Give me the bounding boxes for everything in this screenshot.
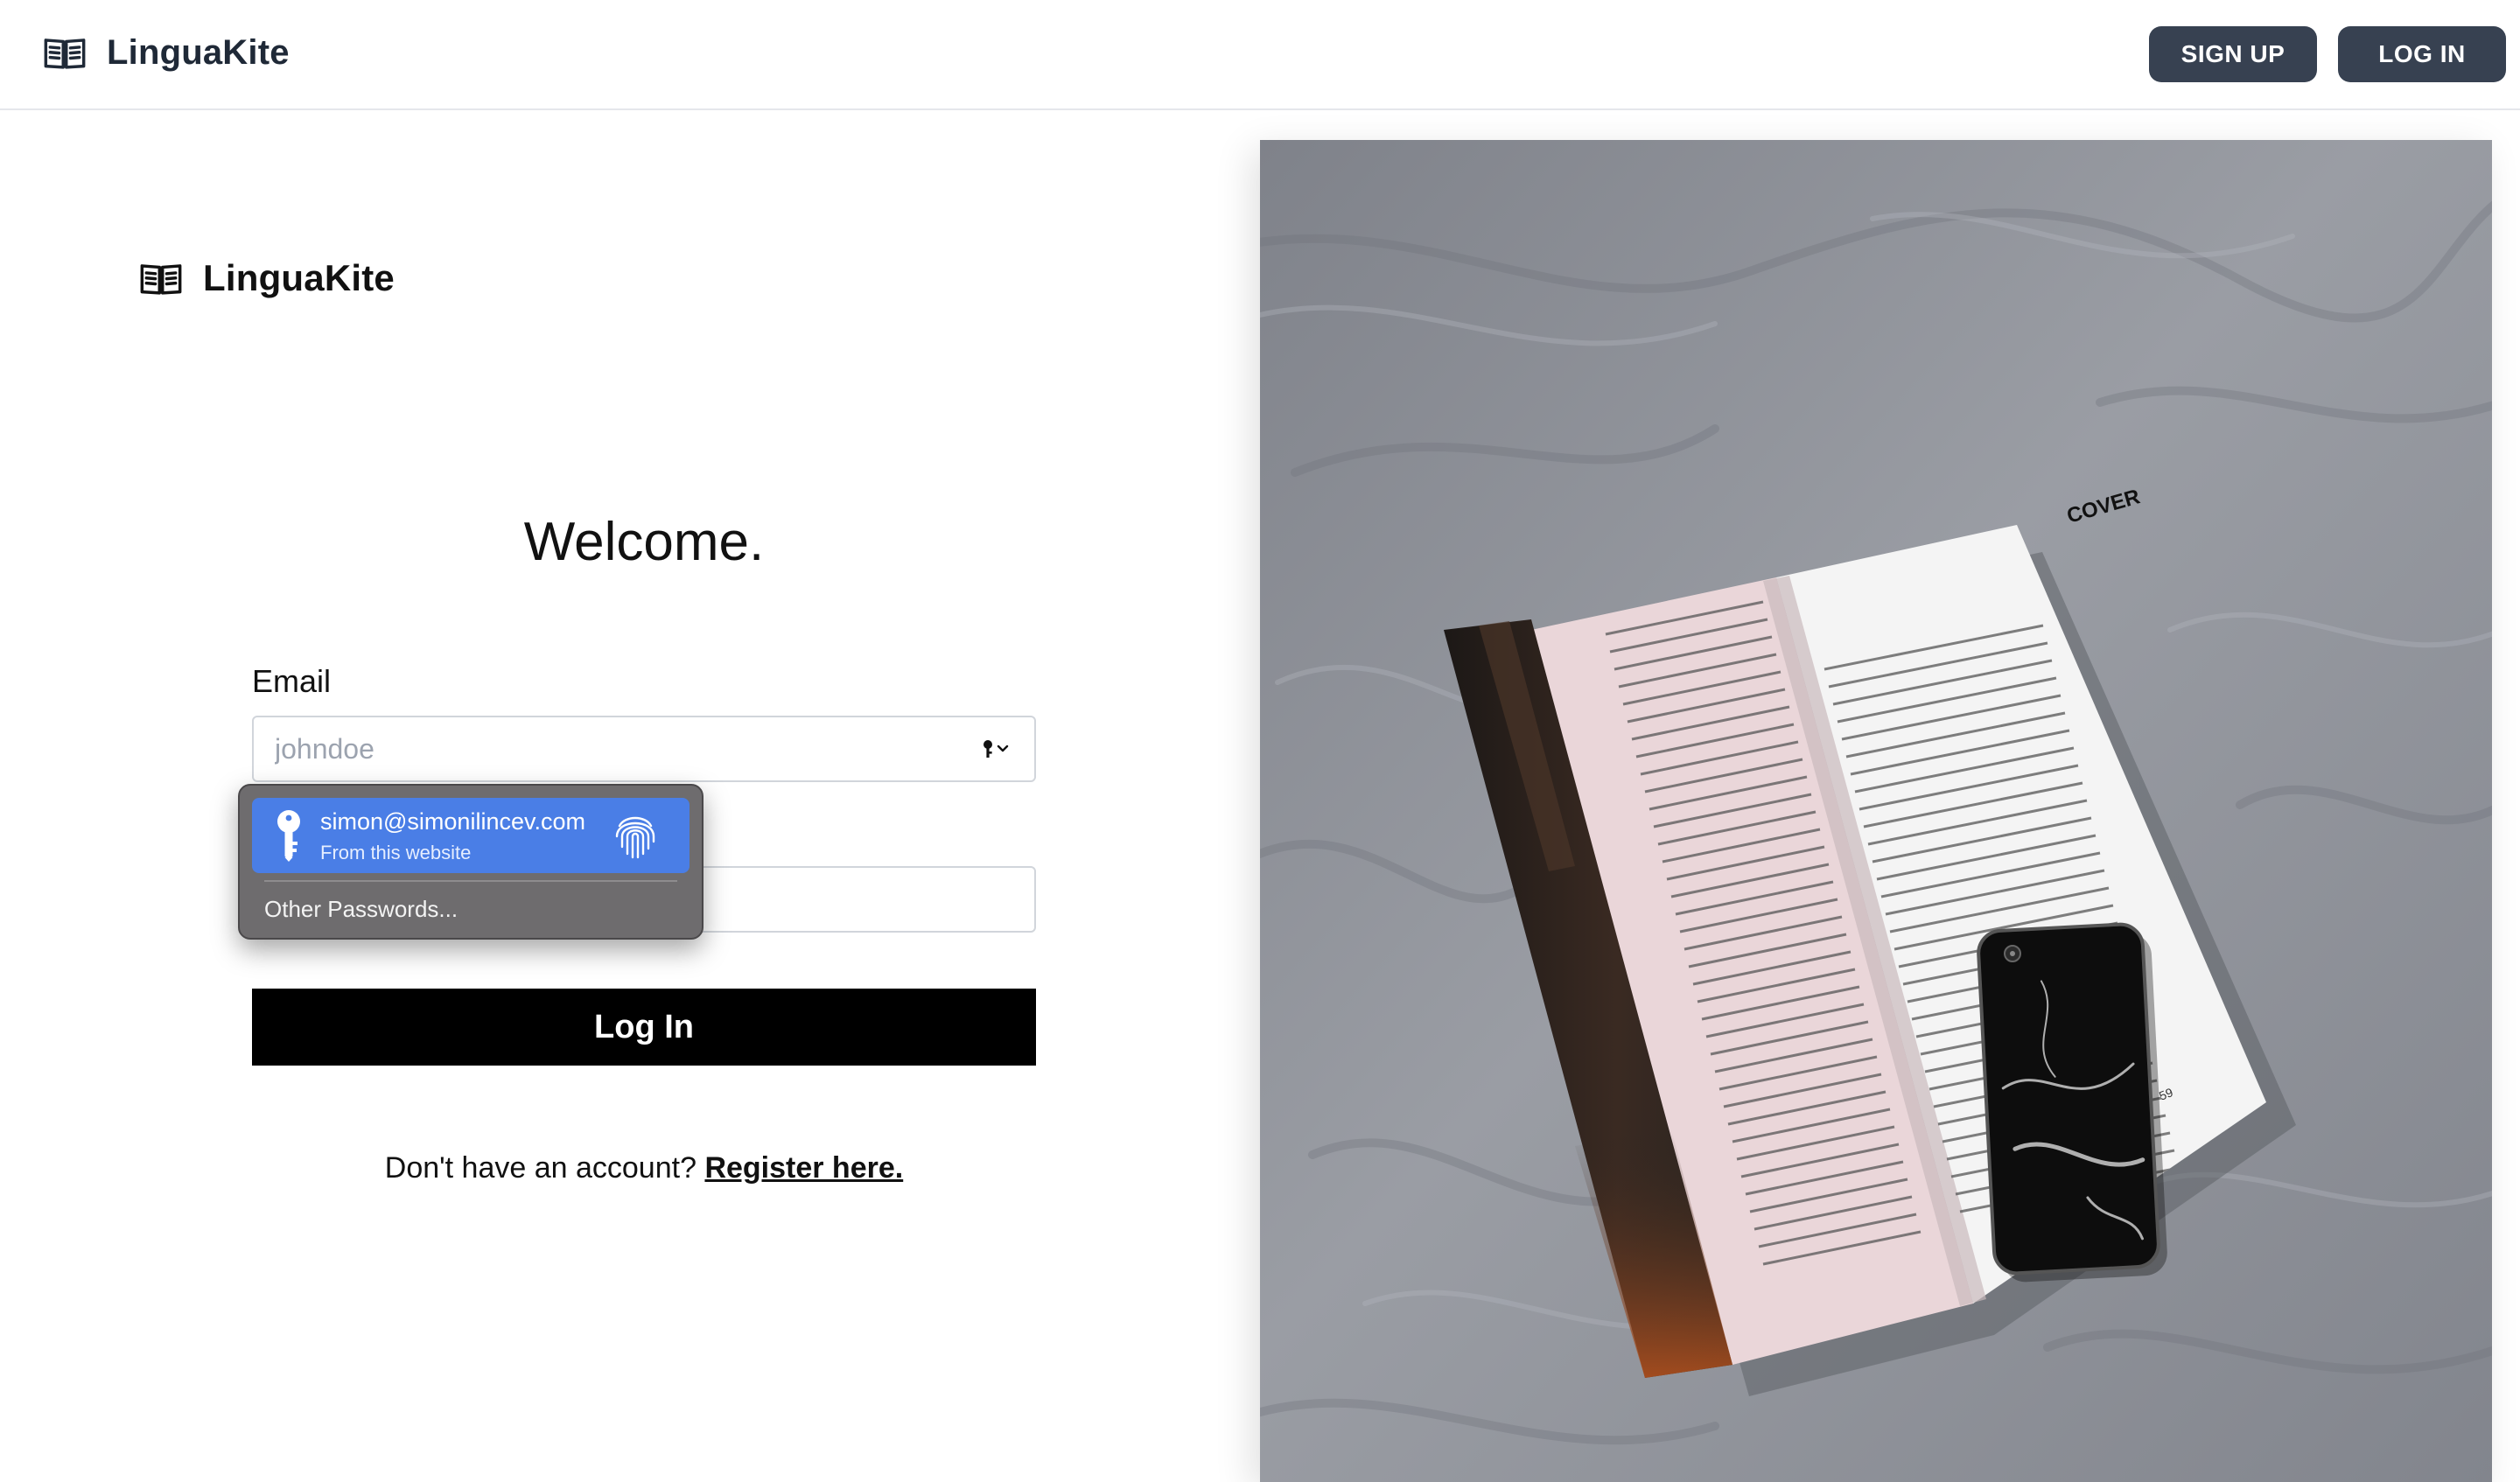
- top-navigation-bar: LinguaKite SIGN UP LOG IN: [0, 0, 2520, 110]
- header-brand-name: LinguaKite: [107, 32, 290, 72]
- autofill-username: simon@simonilincev.com: [320, 808, 585, 835]
- sign-up-button[interactable]: SIGN UP: [2149, 26, 2317, 82]
- key-icon: [277, 810, 300, 862]
- login-brand-name: LinguaKite: [203, 257, 395, 298]
- magazine-and-phone-photo: COVER 59: [1260, 140, 2492, 1482]
- register-prompt-text: Don't have an account?: [384, 1151, 696, 1185]
- header-brand[interactable]: LinguaKite: [42, 30, 290, 75]
- welcome-heading: Welcome.: [523, 512, 765, 572]
- log-in-button[interactable]: Log In: [252, 989, 1036, 1066]
- hero-photo: COVER 59: [1260, 140, 2492, 1482]
- fingerprint-icon: [615, 816, 655, 859]
- password-autofill-popup: simon@simonilincev.com From this website…: [238, 784, 704, 940]
- autofill-source-label: From this website: [320, 842, 472, 863]
- register-link[interactable]: Register here.: [704, 1151, 903, 1185]
- email-input[interactable]: [252, 716, 1036, 782]
- autofill-divider: [264, 880, 677, 882]
- open-book-icon: [44, 38, 86, 69]
- key-dropdown-icon: [984, 740, 1009, 758]
- open-book-icon: [140, 264, 182, 295]
- register-prompt: Don't have an account? Register here.: [252, 1151, 1036, 1185]
- header-log-in-button[interactable]: LOG IN: [2338, 26, 2506, 82]
- password-manager-toggle[interactable]: [976, 733, 1015, 765]
- login-brand: LinguaKite: [138, 255, 395, 301]
- other-passwords-option[interactable]: Other Passwords...: [264, 896, 458, 923]
- autofill-credential-option[interactable]: simon@simonilincev.com From this website: [252, 798, 690, 873]
- email-label: Email: [252, 663, 332, 699]
